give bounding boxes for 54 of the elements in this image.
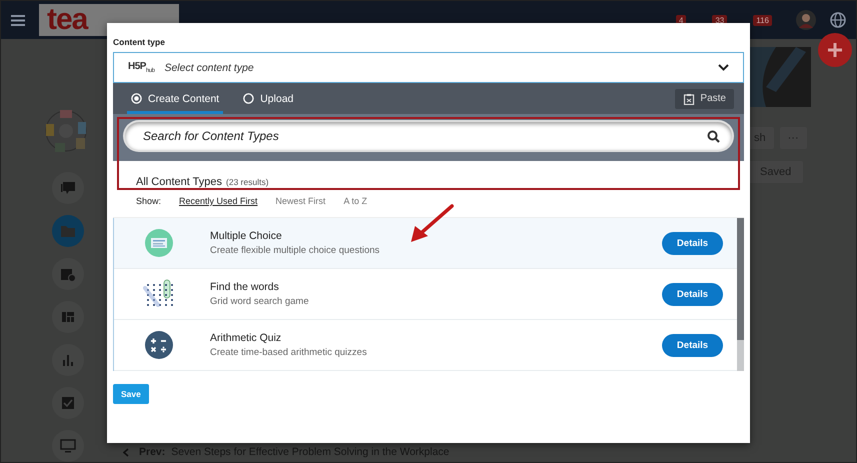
content-type-row[interactable]: Multiple Choice Create flexible multiple choice questions Details — [114, 218, 737, 269]
chat-icon — [60, 180, 76, 196]
content-type-row[interactable]: Arithmetic Quiz Create time-based arithmetic quizzes Details — [114, 320, 737, 371]
annotation-arrow — [410, 204, 454, 244]
sort-label: Show: — [136, 196, 162, 208]
menu-icon[interactable] — [11, 14, 25, 26]
folder-icon — [60, 223, 76, 239]
avatar-icon[interactable] — [796, 10, 816, 30]
save-button[interactable]: Save — [113, 384, 149, 404]
letter-grid-icon — [142, 279, 176, 309]
content-type-select[interactable]: H5P$_{hub}$ Select content type — [113, 52, 744, 83]
scrollbar[interactable] — [737, 218, 744, 371]
paste-button[interactable]: Paste — [675, 88, 734, 108]
search-field[interactable]: Search for Content Types — [125, 122, 732, 150]
sidebar-button[interactable] — [52, 430, 84, 462]
content-type-summary: Create time-based arithmetic quizzes — [210, 347, 368, 358]
notification-badge: 116 — [753, 14, 772, 26]
sort-option[interactable]: Recently Used First — [179, 196, 258, 217]
checkbox-icon — [60, 395, 76, 411]
calendar-icon — [60, 266, 76, 282]
search-icon[interactable] — [707, 130, 720, 143]
field-label: Content type — [113, 37, 166, 47]
chevron-down-icon — [718, 64, 729, 71]
details-button[interactable]: Details — [662, 334, 723, 356]
content-type-row[interactable]: Find the words Grid word search game Details — [114, 269, 737, 320]
details-button[interactable]: Details — [662, 232, 723, 254]
sidebar-button[interactable] — [52, 215, 84, 247]
sort-option[interactable]: Newest First — [276, 196, 326, 217]
sidebar-button[interactable] — [52, 172, 84, 204]
select-placeholder: Select content type — [164, 62, 255, 74]
sidebar-button[interactable] — [52, 387, 84, 419]
add-button[interactable] — [818, 33, 852, 67]
content-type-title: Find the words — [210, 281, 280, 293]
chevron-left-icon[interactable] — [123, 448, 129, 456]
content-type-summary: Grid word search game — [210, 296, 310, 307]
details-button[interactable]: Details — [662, 282, 723, 306]
result-count: (23 results) — [226, 177, 269, 187]
globe-icon[interactable] — [830, 12, 846, 28]
sidebar-button[interactable] — [52, 258, 84, 290]
sort-option[interactable]: A to Z — [344, 196, 368, 217]
monitor-icon — [60, 438, 76, 454]
content-type-summary: Create flexible multiple choice questions — [210, 245, 381, 256]
dashboard-icon — [60, 309, 76, 325]
hub-logo: H5P$_{hub}$ — [128, 61, 154, 74]
content-type-title: Multiple Choice — [210, 230, 283, 242]
content-type-title: Arithmetic Quiz — [210, 332, 282, 344]
list-heading: All Content Types — [136, 176, 222, 188]
math-operators-icon — [142, 331, 176, 359]
clipboard-icon — [683, 92, 696, 104]
list-card-icon — [142, 229, 176, 257]
sidebar-button[interactable] — [52, 301, 84, 333]
tab[interactable]: Upload — [239, 83, 298, 114]
sidebar-button[interactable] — [52, 344, 84, 376]
bar-chart-icon — [60, 352, 76, 368]
